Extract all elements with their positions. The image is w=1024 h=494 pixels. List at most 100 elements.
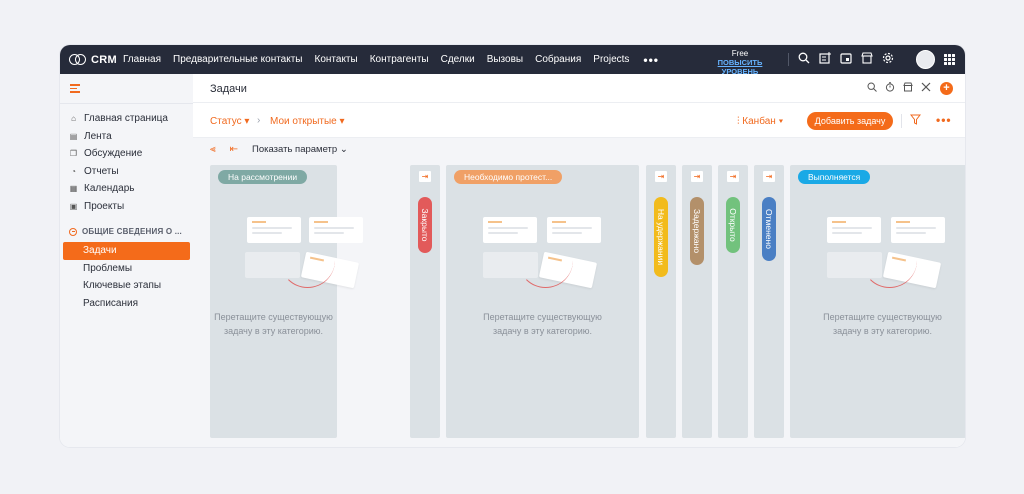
- empty-column-text: Перетащите существующую задачу в эту кат…: [790, 310, 965, 338]
- discussion-icon: ❐: [69, 149, 78, 159]
- empty-text-line: задачу в эту категорию.: [492, 326, 593, 336]
- sidebar-section-overview[interactable]: ОБЩИЕ СВЕДЕНИЯ О ...: [69, 227, 182, 236]
- sidebar-item-milestones[interactable]: Ключевые этапы: [60, 277, 193, 295]
- expand-column-icon[interactable]: ⇥: [763, 171, 775, 182]
- sidebar-item-label: Лента: [84, 130, 112, 142]
- marketplace-icon[interactable]: [860, 52, 874, 66]
- column-label-text: На удержании: [656, 208, 666, 266]
- show-param-label: Показать параметр: [252, 144, 338, 155]
- settings-icon[interactable]: [881, 52, 895, 66]
- more-options-icon[interactable]: •••: [936, 113, 952, 127]
- nav-deals[interactable]: Сделки: [441, 54, 475, 65]
- nav-more-icon[interactable]: •••: [643, 53, 659, 67]
- empty-illustration: [827, 217, 947, 292]
- filter-bar: Статус ▾ › Мои открытые ▾ ⫶ Канбан ▾ Доб…: [193, 103, 965, 138]
- column-label[interactable]: Закрыто: [418, 197, 432, 253]
- kanban-column-delayed: ⇥ Задержано: [682, 165, 712, 438]
- status-label: Статус: [210, 116, 242, 127]
- empty-text-line: задачу в эту категорию.: [832, 326, 933, 336]
- empty-text-line: Перетащите существующую: [214, 312, 333, 322]
- sidebar-item-issues[interactable]: Проблемы: [60, 260, 193, 278]
- view-label: Мои открытые: [270, 116, 337, 127]
- kanban-icon: ⫶: [737, 116, 740, 127]
- sidebar-item-timesheets[interactable]: Расписания: [60, 295, 193, 313]
- board-toolbar: ⫷ ⇤ Показать параметр ⌄: [210, 144, 348, 155]
- add-task-button[interactable]: Добавить задачу: [807, 112, 893, 130]
- user-avatar[interactable]: [916, 50, 935, 69]
- sidebar-item-tasks[interactable]: Задачи: [63, 242, 190, 260]
- main-content: Задачи + Статус ▾ › Мои открытые ▾ ⫶ Кан…: [193, 74, 965, 447]
- sidebar-item-discussion[interactable]: ❐ Обсуждение: [60, 145, 193, 163]
- crm-logo[interactable]: CRM: [69, 54, 117, 66]
- search-icon[interactable]: [866, 82, 878, 95]
- sidebar-item-projects[interactable]: ▣ Проекты: [60, 198, 193, 216]
- column-label-text: Задержано: [692, 208, 702, 254]
- sidebar-item-label: Главная страница: [84, 113, 168, 125]
- expand-column-icon[interactable]: ⇥: [655, 171, 667, 182]
- sidebar-divider: [60, 103, 193, 104]
- sidebar-item-label: Отчеты: [84, 165, 119, 177]
- header-icons: +: [860, 82, 953, 95]
- sidebar-item-calendar[interactable]: ▦ Календарь: [60, 180, 193, 198]
- sidebar-item-reports[interactable]: ◔ Отчеты: [60, 163, 193, 181]
- column-label[interactable]: Отменено: [762, 197, 776, 261]
- kanban-column-cancelled: ⇥ Отменено: [754, 165, 784, 438]
- store-icon[interactable]: [902, 82, 914, 95]
- filter-icon[interactable]: [909, 114, 922, 128]
- page-header: Задачи +: [193, 74, 965, 103]
- kanban-column-in-progress: Выполняется Перетащите существующую зада…: [790, 165, 965, 438]
- sidebar-sub-list: Задачи Проблемы Ключевые этапы Расписани…: [60, 242, 193, 312]
- nav-divider: [788, 53, 789, 66]
- collapse-all-icon[interactable]: ⇤: [230, 144, 238, 155]
- tools-icon[interactable]: [920, 82, 932, 95]
- calendar-icon[interactable]: [839, 52, 853, 66]
- nav-contacts[interactable]: Контакты: [315, 54, 358, 65]
- empty-text-line: задачу в эту категорию.: [223, 326, 324, 336]
- empty-text-line: Перетащите существующую: [823, 312, 942, 322]
- expand-column-icon[interactable]: ⇥: [691, 171, 703, 182]
- nav-accounts[interactable]: Контрагенты: [370, 54, 429, 65]
- plan-label: Free: [731, 49, 749, 58]
- column-label[interactable]: Необходимо протест...: [454, 170, 563, 184]
- expand-column-icon[interactable]: ⇥: [419, 171, 431, 182]
- kanban-board: ⫷ ⇤ Показать параметр ⌄ На рассмотрении …: [193, 138, 965, 447]
- sidebar-item-home[interactable]: ⌂ Главная страница: [60, 110, 193, 128]
- collapse-section-icon: [69, 227, 77, 236]
- column-settings-icon[interactable]: ⫷: [210, 144, 216, 155]
- nav-calls[interactable]: Вызовы: [487, 54, 523, 65]
- empty-text-line: Перетащите существующую: [483, 312, 602, 322]
- sidebar-item-feed[interactable]: ▤ Лента: [60, 128, 193, 146]
- kanban-column-on-hold: ⇥ На удержании: [646, 165, 676, 438]
- calendar-icon: ▦: [69, 184, 78, 194]
- kanban-column-closed: ⇥ Закрыто: [410, 165, 440, 438]
- upgrade-block: Free ПОВЫСИТЬ УРОВЕНЬ: [700, 49, 780, 76]
- layout-dropdown[interactable]: ⫶ Канбан ▾: [737, 116, 783, 127]
- projects-icon: ▣: [69, 201, 78, 211]
- reports-icon: ◔: [71, 166, 76, 176]
- nav-meetings[interactable]: Собрания: [535, 54, 581, 65]
- nav-leads[interactable]: Предварительные контакты: [173, 54, 302, 65]
- top-nav: CRM Главная Предварительные контакты Кон…: [60, 45, 965, 76]
- expand-column-icon[interactable]: ⇥: [727, 171, 739, 182]
- apps-grid-icon[interactable]: [944, 54, 955, 65]
- column-label[interactable]: На рассмотрении: [218, 170, 308, 184]
- column-label[interactable]: На удержании: [654, 197, 668, 277]
- column-label[interactable]: Выполняется: [798, 170, 871, 184]
- show-param-dropdown[interactable]: Показать параметр ⌄: [252, 144, 348, 155]
- column-label[interactable]: Открыто: [726, 197, 740, 253]
- kanban-column-in-review: На рассмотрении Перетащите существующую …: [210, 165, 363, 438]
- menu-toggle-icon[interactable]: [70, 84, 80, 93]
- filter-divider: [901, 114, 902, 128]
- feed-icon: ▤: [69, 131, 78, 141]
- nav-home[interactable]: Главная: [123, 54, 161, 65]
- add-icon[interactable]: +: [940, 82, 953, 95]
- column-label[interactable]: Задержано: [690, 197, 704, 265]
- timer-icon[interactable]: [884, 82, 896, 95]
- create-record-icon[interactable]: [818, 52, 832, 66]
- search-icon[interactable]: [797, 52, 811, 66]
- sidebar-list: ⌂ Главная страница ▤ Лента ❐ Обсуждение …: [60, 110, 193, 215]
- status-dropdown[interactable]: Статус ▾: [210, 116, 249, 127]
- nav-projects[interactable]: Projects: [593, 54, 629, 65]
- view-dropdown[interactable]: Мои открытые ▾: [270, 116, 345, 127]
- nav-icons: [797, 52, 902, 66]
